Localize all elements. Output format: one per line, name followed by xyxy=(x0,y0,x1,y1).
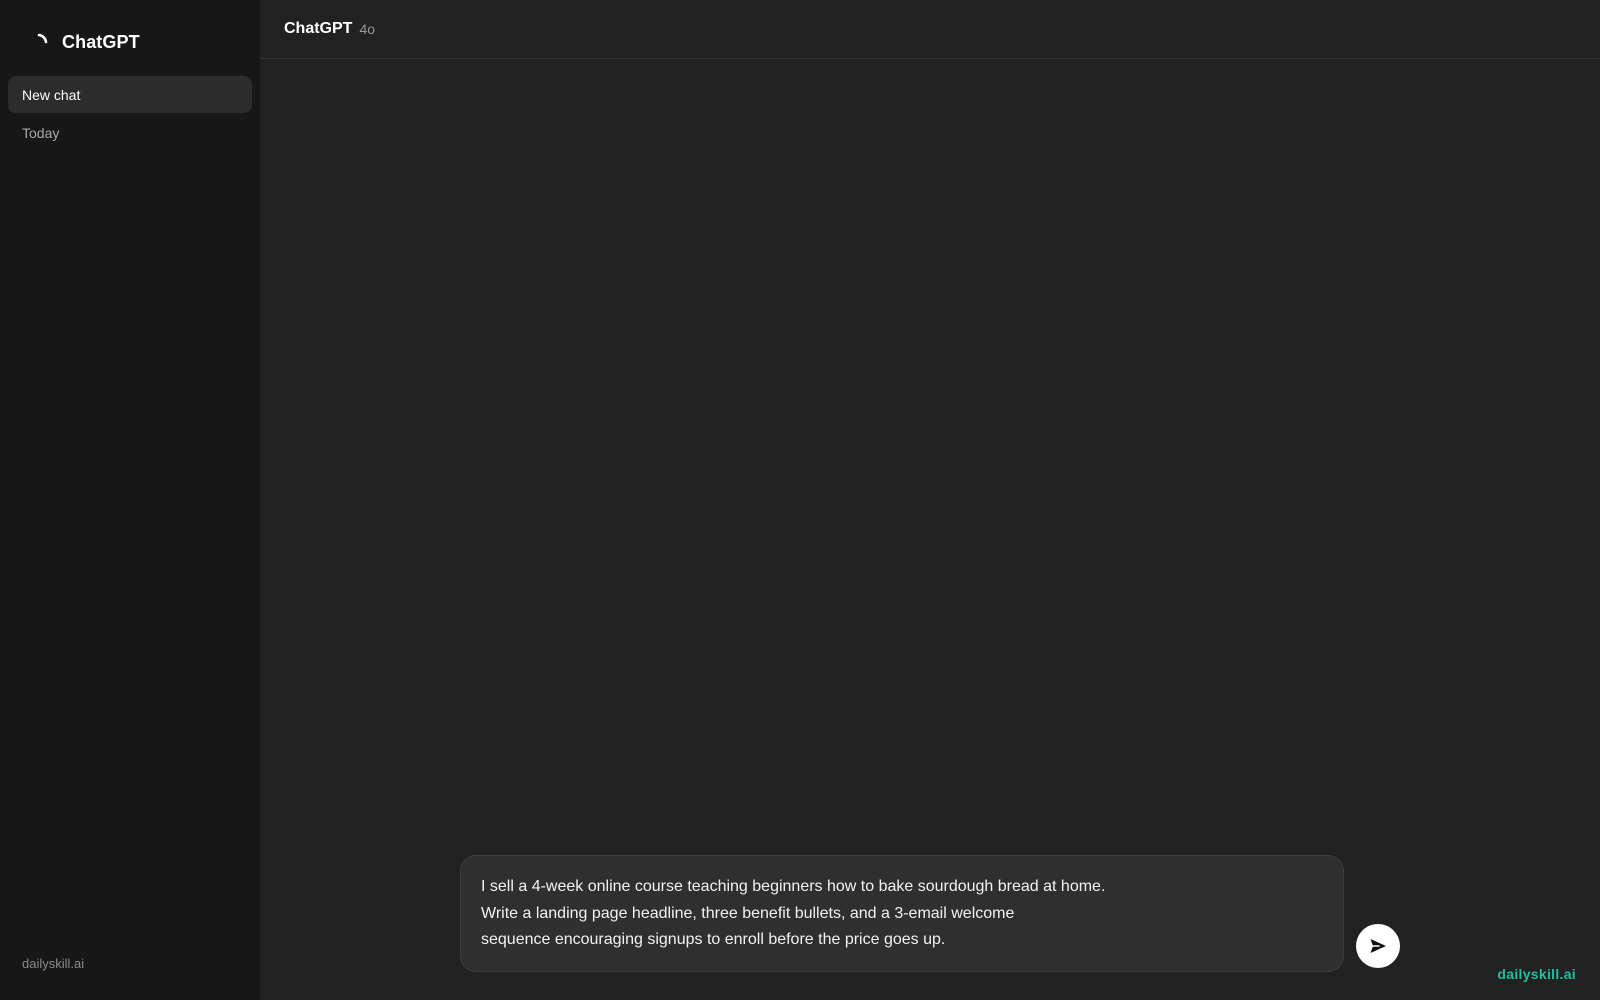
model-version: 4o xyxy=(359,21,376,37)
top-bar: ChatGPT 4o xyxy=(260,0,1600,59)
watermark-logo: dailyskill.ai xyxy=(1497,966,1576,982)
chat-main: ChatGPT 4o I sell a 4-week online course… xyxy=(260,0,1600,1000)
send-arrow-icon xyxy=(1368,936,1388,956)
app-window: ChatGPT New chat Today dailyskill.ai Cha… xyxy=(0,0,1600,1000)
message-input[interactable]: I sell a 4-week online course teaching b… xyxy=(460,855,1344,972)
send-button[interactable] xyxy=(1356,924,1400,968)
message-input-line-1: I sell a 4-week online course teaching b… xyxy=(481,878,1106,895)
message-input-line-3: sequence encouraging signups to enroll b… xyxy=(481,931,946,948)
brand-title: ChatGPT xyxy=(62,31,140,52)
model-selector[interactable]: ChatGPT xyxy=(284,20,352,38)
new-chat-button[interactable]: New chat xyxy=(8,76,252,113)
brand: ChatGPT xyxy=(30,28,140,56)
spinner-icon xyxy=(30,29,56,55)
message-input-line-2: Write a landing page headline, three ben… xyxy=(481,904,1015,922)
sidebar-footer-text: dailyskill.ai xyxy=(22,956,85,971)
history-section-today: Today xyxy=(22,125,60,141)
sidebar: ChatGPT New chat Today dailyskill.ai xyxy=(0,0,260,1000)
